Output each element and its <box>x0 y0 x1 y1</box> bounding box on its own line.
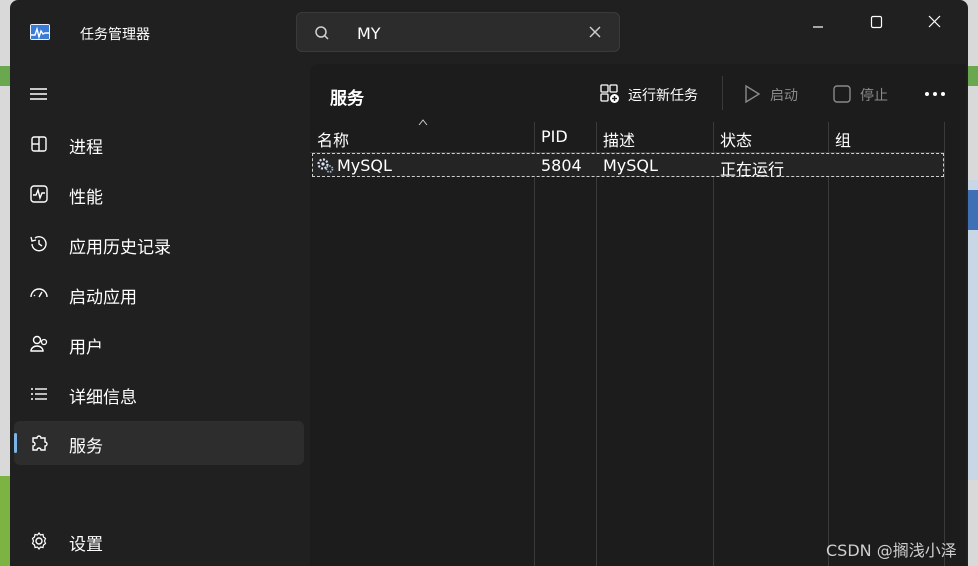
cell-pid: 5804 <box>541 156 582 175</box>
column-divider <box>944 122 945 566</box>
column-header-label: 组 <box>835 131 852 150</box>
column-header-name[interactable]: 名称 <box>310 119 534 152</box>
toolbar: 服务 运行新任务 启动 停止 <box>310 64 966 122</box>
stop-icon <box>833 85 851 103</box>
details-icon <box>31 388 47 400</box>
task-manager-app-icon <box>30 24 50 40</box>
sidebar-item-label: 详细信息 <box>69 388 137 408</box>
hamburger-menu-icon[interactable] <box>26 82 50 106</box>
task-manager-window: 任务管理器 MY 进程 性能 应用历史记录 启动应用 用户 详细信息 服务 设置… <box>10 0 968 566</box>
sidebar-item-label: 应用历史记录 <box>69 238 171 258</box>
search-icon <box>315 26 329 40</box>
services-table: 名称 PID 描述 状态 组 MySQL 5804 MySQL 正在运行 <box>310 119 966 566</box>
run-new-task-icon <box>600 84 619 103</box>
close-button[interactable] <box>912 6 956 38</box>
page-title: 服务 <box>330 89 364 109</box>
toolbar-divider <box>722 76 723 110</box>
column-header-pid[interactable]: PID <box>534 122 596 152</box>
users-icon <box>30 335 48 352</box>
sidebar-item-users[interactable]: 用户 <box>14 322 304 366</box>
maximize-button[interactable] <box>854 6 898 38</box>
play-icon <box>745 84 761 104</box>
table-row[interactable]: MySQL 5804 MySQL 正在运行 <box>312 153 944 179</box>
gear-icon <box>31 532 47 550</box>
cell-status: 正在运行 <box>720 160 785 179</box>
sidebar-item-label: 进程 <box>69 138 103 158</box>
app-history-icon <box>30 236 47 252</box>
sidebar-item-startup-apps[interactable]: 启动应用 <box>14 272 304 316</box>
sidebar-item-app-history[interactable]: 应用历史记录 <box>14 222 304 266</box>
minimize-button[interactable] <box>796 6 840 38</box>
cell-name: MySQL <box>337 156 392 175</box>
start-label: 启动 <box>770 88 798 104</box>
startup-apps-icon <box>30 288 48 298</box>
column-header-label: PID <box>541 127 568 146</box>
sidebar-item-label: 用户 <box>69 338 103 358</box>
column-divider <box>828 122 829 566</box>
more-options-icon[interactable] <box>922 82 948 106</box>
column-header-label: 状态 <box>720 131 753 150</box>
run-new-task-button[interactable]: 运行新任务 <box>600 82 710 106</box>
column-header-group[interactable]: 组 <box>828 122 944 152</box>
services-icon <box>32 435 48 451</box>
clear-search-icon[interactable] <box>587 24 603 40</box>
sidebar-item-label: 启动应用 <box>69 288 137 308</box>
processes-icon <box>31 136 47 152</box>
sidebar-item-services[interactable]: 服务 <box>14 421 304 465</box>
column-divider <box>534 122 535 566</box>
performance-icon <box>30 185 48 203</box>
watermark: CSDN @搁浅小泽 <box>826 541 957 560</box>
sidebar-item-processes[interactable]: 进程 <box>14 122 304 166</box>
app-title: 任务管理器 <box>80 27 150 43</box>
sidebar-item-settings[interactable]: 设置 <box>14 519 304 563</box>
column-header-label: 名称 <box>317 131 350 150</box>
main-panel: 服务 运行新任务 启动 停止 名称 PID 描述 状态 组 MySQL 5804… <box>310 64 966 566</box>
sort-ascending-icon <box>418 119 428 126</box>
stop-button[interactable]: 停止 <box>832 82 898 106</box>
sidebar-item-label: 服务 <box>69 437 103 457</box>
search-input[interactable] <box>355 21 559 45</box>
active-indicator <box>14 433 17 453</box>
title-bar[interactable]: 任务管理器 <box>10 0 968 64</box>
stop-label: 停止 <box>860 88 888 104</box>
sidebar: 进程 性能 应用历史记录 启动应用 用户 详细信息 服务 设置 <box>10 64 310 566</box>
cell-description: MySQL <box>603 156 658 175</box>
sidebar-item-label: 性能 <box>69 188 103 208</box>
sidebar-item-performance[interactable]: 性能 <box>14 172 304 216</box>
column-header-status[interactable]: 状态 <box>713 122 828 152</box>
sidebar-item-details[interactable]: 详细信息 <box>14 372 304 416</box>
search-box[interactable] <box>296 12 620 52</box>
run-new-task-label: 运行新任务 <box>628 88 698 104</box>
start-button[interactable]: 启动 <box>742 82 808 106</box>
service-gears-icon <box>317 158 334 173</box>
column-divider <box>596 122 597 566</box>
sidebar-item-label: 设置 <box>69 535 103 555</box>
column-divider <box>713 122 714 566</box>
column-header-description[interactable]: 描述 <box>596 122 713 152</box>
column-header-label: 描述 <box>603 131 636 150</box>
